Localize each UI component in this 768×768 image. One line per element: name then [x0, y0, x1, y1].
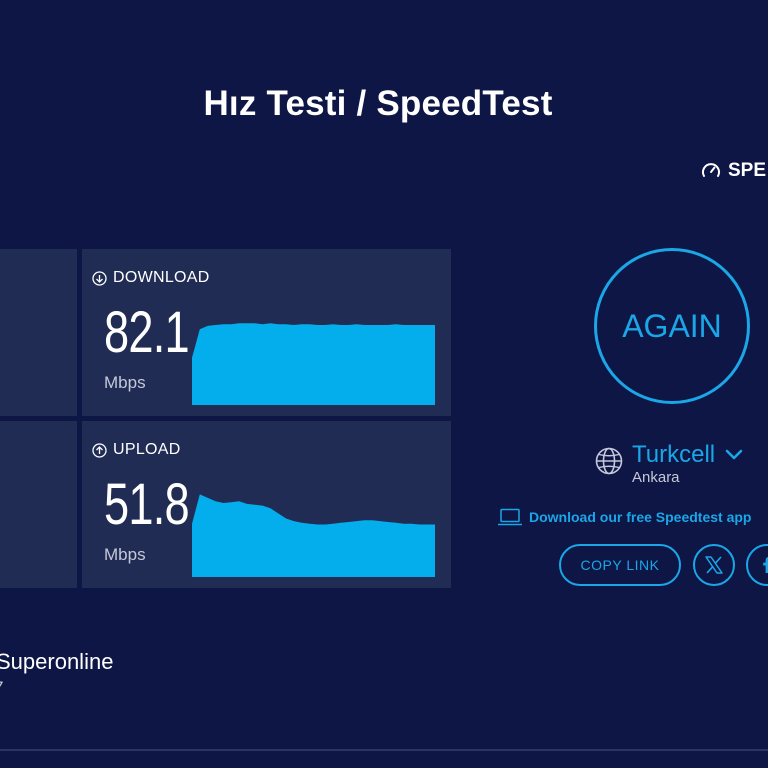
gauge-icon: [702, 163, 720, 177]
download-panel: DOWNLOAD 82.1 Mbps: [82, 249, 451, 416]
results-link[interactable]: SPE: [700, 160, 766, 182]
download-value: 82.1: [104, 300, 190, 365]
upload-panel: UPLOAD 51.8 Mbps: [82, 421, 451, 588]
ping-panel: [0, 249, 77, 416]
globe-icon: [595, 447, 623, 475]
chevron-down-icon[interactable]: [725, 449, 743, 461]
results-link-label: SPE: [728, 160, 767, 181]
isp-detail: 7: [0, 678, 3, 698]
laptop-icon: [498, 508, 522, 526]
upload-arrow-icon: [92, 442, 107, 458]
upload-graph: [192, 494, 435, 577]
jitter-panel: [0, 421, 77, 588]
app-download-label: Download our free Speedtest app: [529, 509, 752, 525]
upload-label: UPLOAD: [113, 441, 181, 458]
download-arrow-icon: [92, 270, 107, 286]
upload-graph-area: [192, 494, 435, 577]
share-x-button[interactable]: [693, 544, 735, 586]
again-button[interactable]: AGAIN: [594, 248, 750, 404]
server-name: Turkcell: [632, 441, 716, 468]
server-selector[interactable]: Turkcell Ankara: [594, 440, 743, 486]
download-graph: [192, 323, 435, 405]
x-logo-icon: [705, 556, 723, 574]
server-info: Turkcell Ankara: [632, 440, 743, 486]
download-label: DOWNLOAD: [113, 269, 210, 286]
speedtest-page: Hız Testi / SpeedTest SPE DOWNLOAD 82.1 …: [0, 0, 768, 768]
facebook-icon: [763, 556, 768, 573]
footer-divider: [0, 749, 768, 751]
upload-unit: Mbps: [104, 545, 146, 564]
upload-value: 51.8: [104, 472, 190, 537]
download-graph-area: [192, 323, 435, 405]
share-facebook-button[interactable]: [746, 544, 768, 586]
download-unit: Mbps: [104, 373, 146, 392]
isp-name: Superonline: [0, 649, 114, 674]
download-header: DOWNLOAD: [92, 269, 210, 287]
upload-header: UPLOAD: [92, 441, 181, 459]
server-city: Ankara: [632, 469, 680, 486]
app-download-link[interactable]: Download our free Speedtest app: [497, 508, 751, 526]
copy-link-button[interactable]: COPY LINK: [559, 544, 681, 586]
page-title: Hız Testi / SpeedTest: [203, 84, 553, 123]
